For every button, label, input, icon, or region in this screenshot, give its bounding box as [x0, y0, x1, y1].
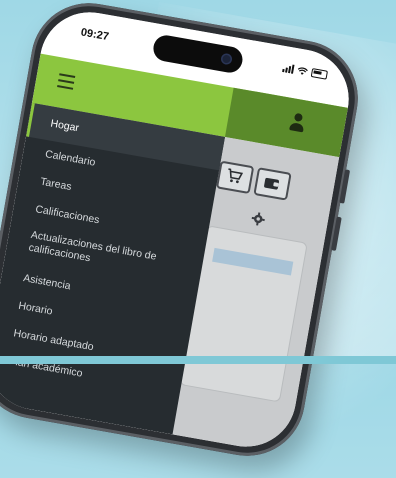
drawer-item-label: Asistencia	[22, 272, 72, 293]
wallet-button[interactable]	[253, 167, 292, 201]
drawer-item-label: Tareas	[39, 175, 73, 193]
dynamic-island	[151, 33, 245, 75]
cart-button[interactable]	[215, 160, 255, 195]
drawer-item-label: Hogar	[49, 117, 80, 135]
drawer-item-label: Calificaciones	[34, 203, 101, 227]
drawer-item-label: Horario	[17, 299, 54, 318]
card-highlight	[212, 247, 294, 276]
drawer-item-label: Calendario	[44, 148, 97, 169]
cart-icon	[228, 168, 244, 184]
bottom-strip	[0, 356, 396, 364]
status-time: 09:27	[79, 26, 110, 44]
hamburger-icon[interactable]	[57, 73, 76, 90]
wifi-icon	[297, 66, 309, 75]
wallet-icon	[264, 177, 279, 190]
battery-icon	[310, 68, 329, 80]
gear-icon[interactable]	[250, 211, 266, 227]
user-icon[interactable]	[287, 112, 308, 135]
signal-icon	[282, 63, 295, 74]
camera-icon	[221, 54, 232, 64]
status-icons	[282, 63, 329, 80]
